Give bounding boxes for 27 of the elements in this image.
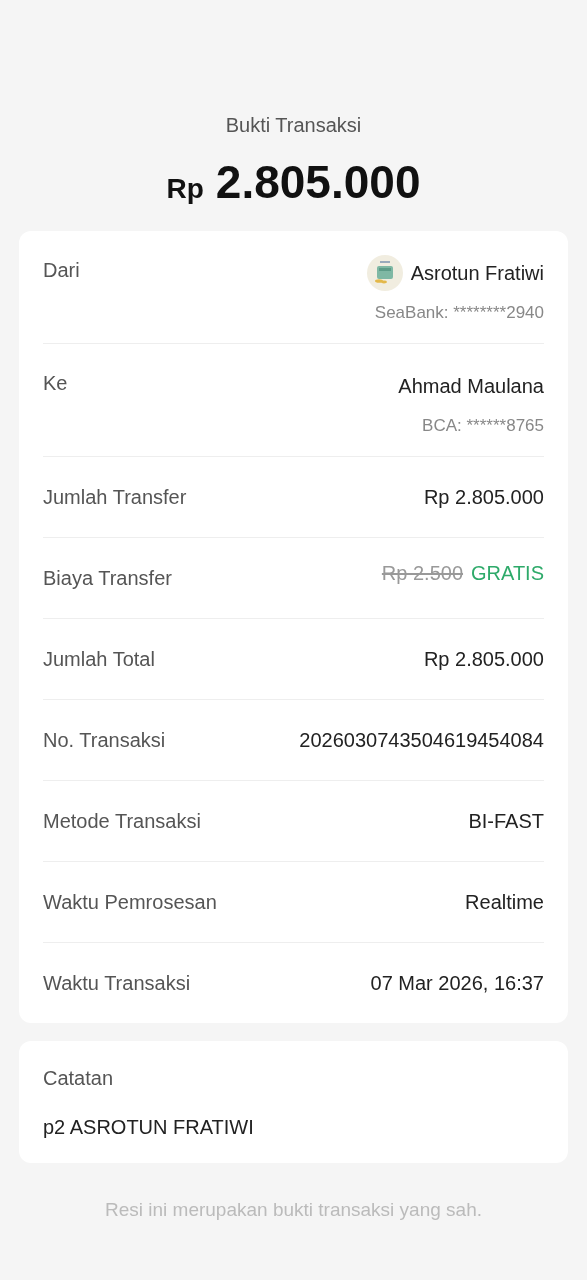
row-label: Jumlah Total <box>43 647 155 671</box>
row-value: BI-FAST <box>468 809 544 833</box>
account-name: Asrotun Fratiwi <box>410 261 544 285</box>
row-value: Realtime <box>465 890 544 914</box>
original-fee: Rp 2.500 <box>381 561 464 585</box>
row-label: No. Transaksi <box>43 728 166 752</box>
row-label: Waktu Transaksi <box>43 971 191 995</box>
row-value: 07 Mar 2026, 16:37 <box>370 971 544 995</box>
account-number: BCA: ******8765 <box>422 416 544 436</box>
row-value: Rp 2.805.000 <box>423 485 544 509</box>
amount-value: 2.805.000 <box>215 155 421 209</box>
row-label: Metode Transaksi <box>43 809 201 833</box>
page-title: Bukti Transaksi <box>225 114 362 137</box>
row-label: Dari <box>43 259 80 282</box>
account-name: Ahmad Maulana <box>398 374 544 398</box>
row-label: Ke <box>43 372 68 395</box>
currency-label: Rp <box>166 173 204 205</box>
row-value: 2026030743504619454084 <box>299 728 544 752</box>
row-label: Jumlah Transfer <box>43 485 187 509</box>
row-label: Waktu Pemrosesan <box>43 890 217 914</box>
free-label: GRATIS <box>471 561 544 585</box>
row-value: Rp 2.805.000 <box>423 647 544 671</box>
note-label: Catatan <box>43 1067 115 1090</box>
note-text: p2 ASROTUN FRATIWI <box>43 1116 255 1139</box>
footer-note: Resi ini merupakan bukti transaksi yang sah. <box>105 1199 482 1221</box>
row-label: Biaya Transfer <box>43 566 172 590</box>
account-number: SeaBank: ********2940 <box>374 303 544 323</box>
